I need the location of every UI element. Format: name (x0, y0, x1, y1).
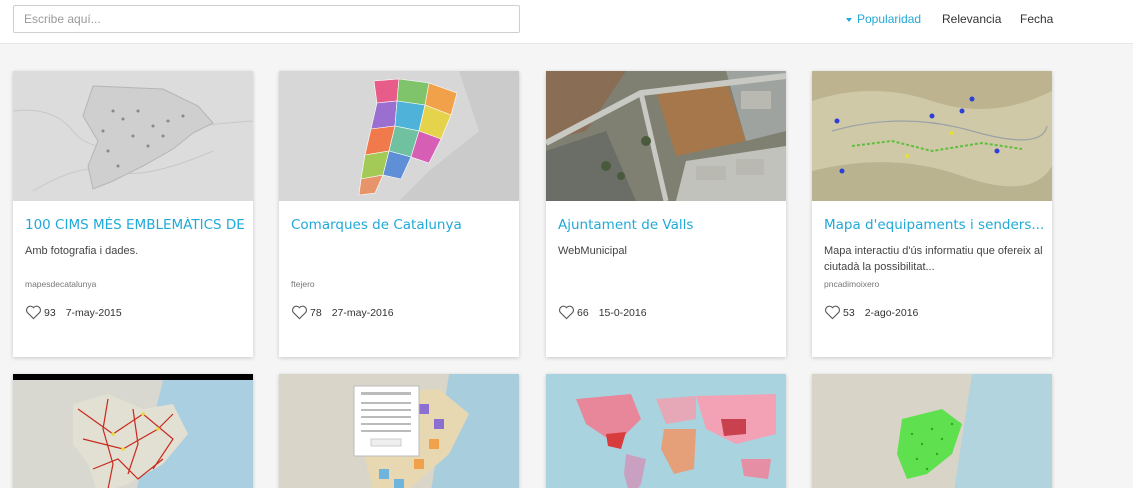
sort-fecha[interactable]: Fecha (1020, 12, 1053, 26)
heart-icon[interactable] (558, 305, 575, 320)
heart-icon[interactable] (824, 305, 841, 320)
map-card[interactable]: Ajuntament de Valls WebMunicipal 66 15-0… (546, 71, 786, 357)
card-meta: 78 27-may-2016 (291, 305, 394, 320)
world-map-icon[interactable] (546, 374, 786, 488)
card-description: WebMunicipal (558, 245, 627, 257)
heart-icon[interactable] (25, 305, 42, 320)
map-card[interactable]: Mapa d'equipaments i senders... Mapa int… (812, 71, 1052, 357)
card-meta: 66 15-0-2016 (558, 305, 647, 320)
card-title[interactable]: 100 CIMS MÉS EMBLEMÀTICS DE ... (25, 217, 245, 233)
like-count: 66 (577, 306, 589, 319)
card-date: 15-0-2016 (598, 306, 647, 319)
like-count: 53 (843, 306, 855, 319)
like-count: 93 (44, 306, 56, 319)
card-title[interactable]: Comarques de Catalunya (291, 217, 511, 233)
sort-popularidad-label: Popularidad (857, 12, 922, 26)
card-description: Amb fotografia i dades. (25, 245, 139, 257)
terrain-map-icon[interactable] (812, 71, 1052, 201)
card-date: 27-may-2016 (331, 306, 394, 319)
sort-popularidad[interactable]: Popularidad (846, 12, 921, 26)
card-author: pncadimoixero (824, 279, 880, 289)
green-region-map-icon[interactable] (812, 374, 1052, 488)
card-author: ftejero (291, 279, 315, 289)
map-card[interactable] (812, 374, 1052, 488)
card-meta: 93 7-may-2015 (25, 305, 122, 320)
colored-regions-map-icon[interactable] (279, 71, 519, 201)
map-card[interactable]: 100 CIMS MÉS EMBLEMÀTICS DE ... Amb foto… (13, 71, 253, 357)
card-description: Mapa interactiu d'ús informatiu que ofer… (824, 245, 1043, 273)
card-meta: 53 2-ago-2016 (824, 305, 918, 320)
card-title[interactable]: Mapa d'equipaments i senders... (824, 217, 1044, 233)
map-card[interactable] (13, 374, 253, 488)
card-date: 2-ago-2016 (864, 306, 919, 319)
caret-down-icon (846, 17, 852, 22)
grey-map-icon[interactable] (13, 71, 253, 201)
heart-icon[interactable] (291, 305, 308, 320)
card-date: 7-may-2015 (65, 306, 122, 319)
search-input[interactable] (13, 5, 520, 33)
sort-relevancia[interactable]: Relevancia (942, 12, 1001, 26)
card-author: mapesdecatalunya (25, 279, 97, 289)
card-title[interactable]: Ajuntament de Valls (558, 217, 778, 233)
aerial-photo-icon[interactable] (546, 71, 786, 201)
popup-map-icon[interactable] (279, 374, 519, 488)
like-count: 78 (310, 306, 322, 319)
top-bar: Popularidad Relevancia Fecha (0, 0, 1133, 44)
map-card[interactable] (546, 374, 786, 488)
map-card[interactable] (279, 374, 519, 488)
roads-map-icon[interactable] (13, 374, 253, 488)
map-card[interactable]: Comarques de Catalunya ftejero 78 27-may… (279, 71, 519, 357)
